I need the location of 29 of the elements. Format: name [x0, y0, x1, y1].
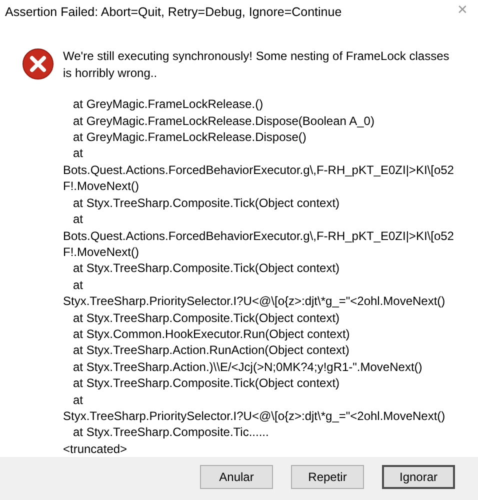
stack-trace-line: <truncated> [63, 440, 128, 458]
stack-trace-line: at Styx.TreeSharp.Composite.Tick(Object context) [72, 194, 341, 212]
stack-trace-line: at [72, 392, 84, 408]
message-text: is horribly wrong.. [63, 64, 158, 82]
stack-trace-line: at GreyMagic.FrameLockRelease.Dispose() [72, 129, 308, 146]
stack-trace-line: Bots.Quest.Actions.ForcedBehaviorExecutor.g\,F-RH_pKT_E0ZI|>KI\[o52 [63, 228, 454, 244]
dialog-button[interactable]: Repetir [291, 465, 364, 490]
stack-trace-line: at Styx.TreeSharp.Composite.Tick(Object context) [72, 310, 341, 326]
stack-trace-line: at [72, 211, 84, 228]
stack-trace-line: at Styx.TreeSharp.Action.)\\E/<Jcj(>N;0MK?4;y!gR1-".MoveNext() [72, 358, 424, 376]
stack-trace-line: F!.MoveNext() [63, 178, 140, 195]
stack-trace-line: at Styx.TreeSharp.Action.RunAction(Object context) [72, 342, 350, 359]
stack-trace-line: F!.MoveNext() [63, 244, 140, 260]
stack-trace-line: Styx.TreeSharp.PrioritySelector.I?U<@\[o{z>:djt\*g_="<2ohl.MoveNext() [63, 293, 446, 310]
stack-trace-line: at Styx.TreeSharp.Composite.Tick(Object context) [72, 375, 341, 392]
stack-trace-line: at GreyMagic.FrameLockRelease.Dispose(Boolean A_0) [72, 112, 376, 130]
error-icon [22, 48, 54, 80]
stack-trace-line: at [72, 276, 84, 294]
window-title: Assertion Failed: Abort=Quit, Retry=Debug, Ignore=Continue [4, 4, 342, 19]
stack-trace-line: at GreyMagic.FrameLockRelease.() [72, 96, 264, 113]
stack-trace-line: at Styx.TreeSharp.Composite.Tick(Object context) [72, 260, 341, 277]
stack-trace-line: at Styx.Common.HookExecutor.Run(Object context) [72, 326, 351, 342]
stack-trace-line: Styx.TreeSharp.PrioritySelector.I?U<@\[o{z>:djt\*g_="<2ohl.MoveNext() [63, 408, 446, 424]
stack-trace-line: Bots.Quest.Actions.ForcedBehaviorExecutor.g\,F-RH_pKT_E0ZI|>KI\[o52 [63, 162, 454, 178]
message-text: We're still executing synchronously! Some nesting of FrameLock classes [63, 48, 450, 65]
stack-trace-line: at [72, 145, 84, 162]
stack-trace-line: at Styx.TreeSharp.Composite.Tic...... [72, 424, 270, 441]
dialog-button[interactable]: Anular [200, 465, 273, 490]
dialog-button[interactable]: Ignorar [382, 465, 455, 490]
